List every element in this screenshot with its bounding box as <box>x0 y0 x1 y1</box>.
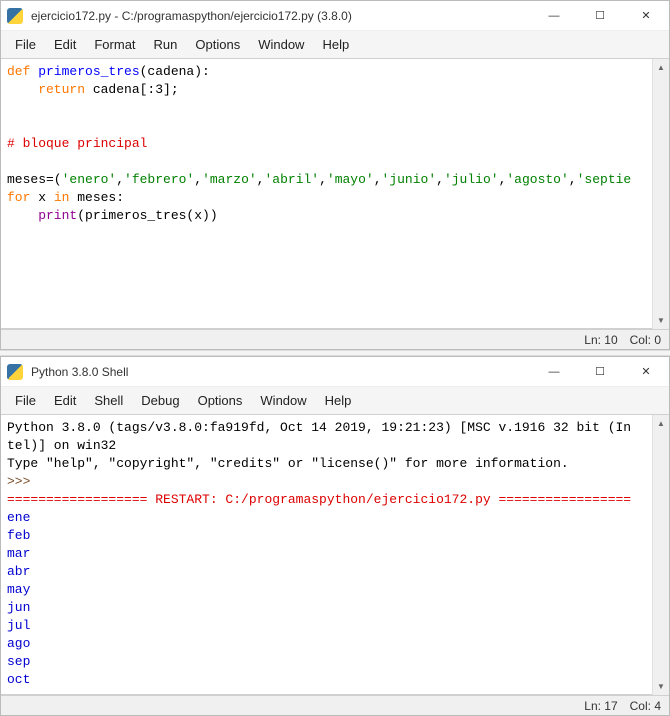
shell-title: Python 3.8.0 Shell <box>29 365 531 379</box>
window-controls: — ☐ ✕ <box>531 1 669 31</box>
output-line: feb <box>7 528 30 543</box>
menu-edit[interactable]: Edit <box>46 391 84 410</box>
string: 'enero' <box>62 172 117 187</box>
code-text: , <box>194 172 202 187</box>
prompt: >>> <box>7 474 30 489</box>
menu-help[interactable]: Help <box>314 35 357 54</box>
shell-scrollbar[interactable]: ▲ ▼ <box>652 415 669 695</box>
menu-edit[interactable]: Edit <box>46 35 84 54</box>
output-line: oct <box>7 672 30 687</box>
status-line: Ln: 10 <box>584 333 617 347</box>
string: 'mayo' <box>327 172 374 187</box>
editor-window: ejercicio172.py - C:/programaspython/eje… <box>0 0 670 350</box>
menu-debug[interactable]: Debug <box>133 391 187 410</box>
output-line: jul <box>7 618 30 633</box>
kw-for: for <box>7 190 30 205</box>
minimize-button[interactable]: — <box>531 1 577 31</box>
shell-menubar: File Edit Shell Debug Options Window Hel… <box>1 387 669 415</box>
editor-menubar: File Edit Format Run Options Window Help <box>1 31 669 59</box>
menu-help[interactable]: Help <box>317 391 360 410</box>
output-line: abr <box>7 564 30 579</box>
string: 'junio' <box>382 172 437 187</box>
string: 'febrero' <box>124 172 194 187</box>
menu-file[interactable]: File <box>7 391 44 410</box>
menu-window[interactable]: Window <box>250 35 312 54</box>
code-text: , <box>569 172 577 187</box>
code-text: ]; <box>163 82 179 97</box>
python-icon <box>7 8 23 24</box>
shell-titlebar[interactable]: Python 3.8.0 Shell — ☐ ✕ <box>1 357 669 387</box>
banner-line: tel)] on win32 <box>7 438 116 453</box>
string: 'agosto' <box>506 172 568 187</box>
python-icon <box>7 364 23 380</box>
menu-options[interactable]: Options <box>190 391 251 410</box>
menu-options[interactable]: Options <box>187 35 248 54</box>
shell-output[interactable]: Python 3.8.0 (tags/v3.8.0:fa919fd, Oct 1… <box>1 415 652 695</box>
kw-in: in <box>54 190 70 205</box>
comment: # bloque principal <box>7 136 147 151</box>
code-text: meses=( <box>7 172 62 187</box>
string: 'septie <box>577 172 632 187</box>
output-line: ago <box>7 636 30 651</box>
menu-file[interactable]: File <box>7 35 44 54</box>
scroll-down-icon[interactable]: ▼ <box>653 678 670 695</box>
string: 'julio' <box>444 172 499 187</box>
scroll-down-icon[interactable]: ▼ <box>653 312 670 329</box>
code-text: , <box>319 172 327 187</box>
maximize-button[interactable]: ☐ <box>577 357 623 387</box>
status-col: Col: 4 <box>630 699 661 713</box>
code-text: , <box>116 172 124 187</box>
kw-def: def <box>7 64 30 79</box>
menu-window[interactable]: Window <box>252 391 314 410</box>
minimize-button[interactable]: — <box>531 357 577 387</box>
shell-statusbar: Ln: 17 Col: 4 <box>1 695 669 715</box>
code-text: cadena[: <box>85 82 155 97</box>
status-line: Ln: 17 <box>584 699 617 713</box>
shell-window: Python 3.8.0 Shell — ☐ ✕ File Edit Shell… <box>0 356 670 716</box>
editor-titlebar[interactable]: ejercicio172.py - C:/programaspython/eje… <box>1 1 669 31</box>
menu-shell[interactable]: Shell <box>86 391 131 410</box>
output-line: ene <box>7 510 30 525</box>
editor-title: ejercicio172.py - C:/programaspython/eje… <box>29 9 531 23</box>
maximize-button[interactable]: ☐ <box>577 1 623 31</box>
window-controls: — ☐ ✕ <box>531 357 669 387</box>
output-line: sep <box>7 654 30 669</box>
output-line: mar <box>7 546 30 561</box>
banner-line: Python 3.8.0 (tags/v3.8.0:fa919fd, Oct 1… <box>7 420 631 435</box>
restart-line: ================== RESTART: C:/programas… <box>7 492 631 507</box>
code-text: 3 <box>155 82 163 97</box>
close-button[interactable]: ✕ <box>623 1 669 31</box>
code-text: (primeros_tres(x)) <box>77 208 217 223</box>
string: 'marzo' <box>202 172 257 187</box>
code-text: meses: <box>69 190 124 205</box>
close-button[interactable]: ✕ <box>623 357 669 387</box>
code-text: x <box>30 190 53 205</box>
code-text: , <box>374 172 382 187</box>
menu-run[interactable]: Run <box>146 35 186 54</box>
output-line: may <box>7 582 30 597</box>
builtin-print: print <box>7 208 77 223</box>
editor-scrollbar[interactable]: ▲ ▼ <box>652 59 669 329</box>
code-editor[interactable]: def primeros_tres(cadena): return cadena… <box>1 59 652 329</box>
scroll-up-icon[interactable]: ▲ <box>653 59 670 76</box>
scroll-up-icon[interactable]: ▲ <box>653 415 670 432</box>
func-name: primeros_tres <box>30 64 139 79</box>
status-col: Col: 0 <box>630 333 661 347</box>
code-text: (cadena): <box>140 64 210 79</box>
code-text: , <box>436 172 444 187</box>
output-line: jun <box>7 600 30 615</box>
banner-line: Type "help", "copyright", "credits" or "… <box>7 456 569 471</box>
string: 'abril' <box>264 172 319 187</box>
kw-return: return <box>7 82 85 97</box>
editor-statusbar: Ln: 10 Col: 0 <box>1 329 669 349</box>
menu-format[interactable]: Format <box>86 35 143 54</box>
output-line: nov <box>7 690 30 695</box>
